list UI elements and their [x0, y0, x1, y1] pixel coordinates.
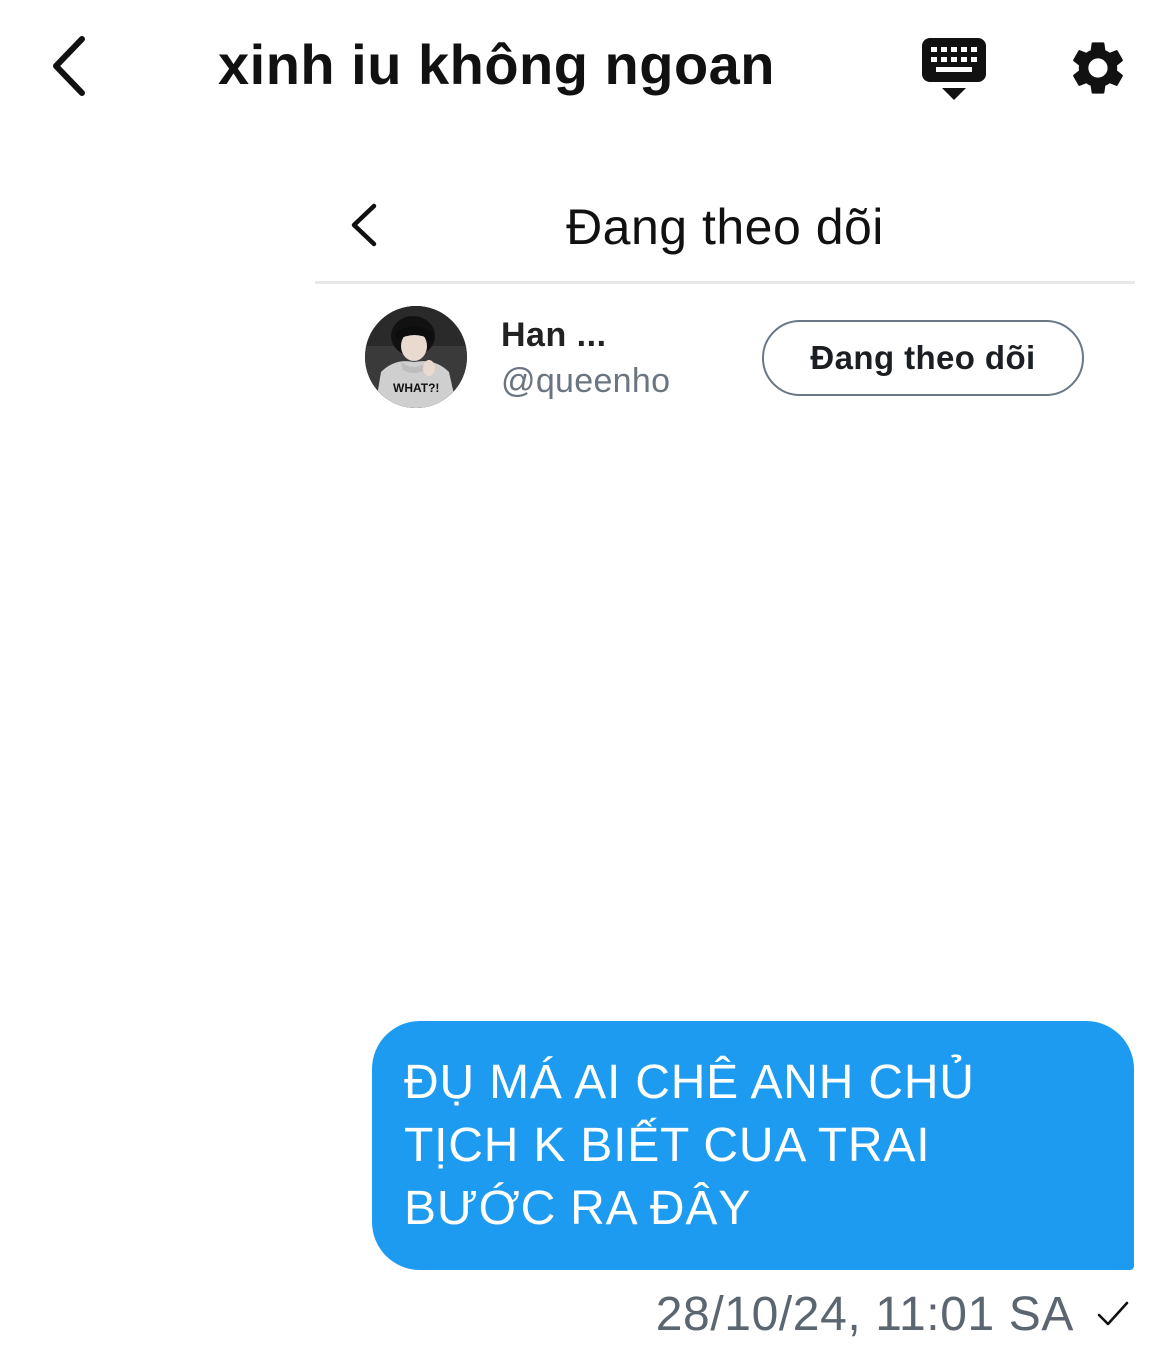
user-handle[interactable]: @queenho	[501, 362, 670, 401]
message-text: ĐỤ MÁ AI CHÊ ANH CHỦ TỊCH K BIẾT CUA TRA…	[404, 1056, 975, 1235]
gear-icon	[1073, 42, 1123, 94]
following-button[interactable]: Đang theo dõi	[762, 320, 1084, 396]
message-timestamp: 28/10/24, 11:01 SA	[655, 1287, 1074, 1341]
shared-following-card[interactable]: Đang theo dõi WHAT?! Han ... @queenho Đa…	[315, 180, 1135, 430]
conversation-header: xinh iu không ngoan	[0, 0, 1170, 140]
message-meta: 28/10/24, 11:01 SA	[656, 1284, 1130, 1344]
user-display-name[interactable]: Han ...	[501, 316, 607, 355]
keyboard-icon	[922, 38, 986, 100]
keyboard-toggle-button[interactable]	[918, 36, 990, 102]
back-button[interactable]	[40, 34, 96, 98]
user-photo: WHAT?!	[365, 306, 467, 408]
conversation-title: xinh iu không ngoan	[218, 33, 776, 96]
card-title: Đang theo dõi	[566, 199, 884, 255]
checkmark-icon	[1097, 1301, 1129, 1326]
chevron-left-icon	[53, 36, 85, 96]
dm-conversation-screen: xinh iu không ngoan Đang theo dõi WHAT?!…	[0, 0, 1170, 1353]
avatar[interactable]: WHAT?!	[365, 306, 467, 408]
user-row[interactable]: WHAT?! Han ... @queenho Đang theo dõi	[315, 284, 1135, 424]
settings-button[interactable]	[1066, 36, 1130, 100]
hoodie-text: WHAT?!	[393, 381, 439, 395]
message-bubble[interactable]: ĐỤ MÁ AI CHÊ ANH CHỦ TỊCH K BIẾT CUA TRA…	[372, 1021, 1134, 1270]
